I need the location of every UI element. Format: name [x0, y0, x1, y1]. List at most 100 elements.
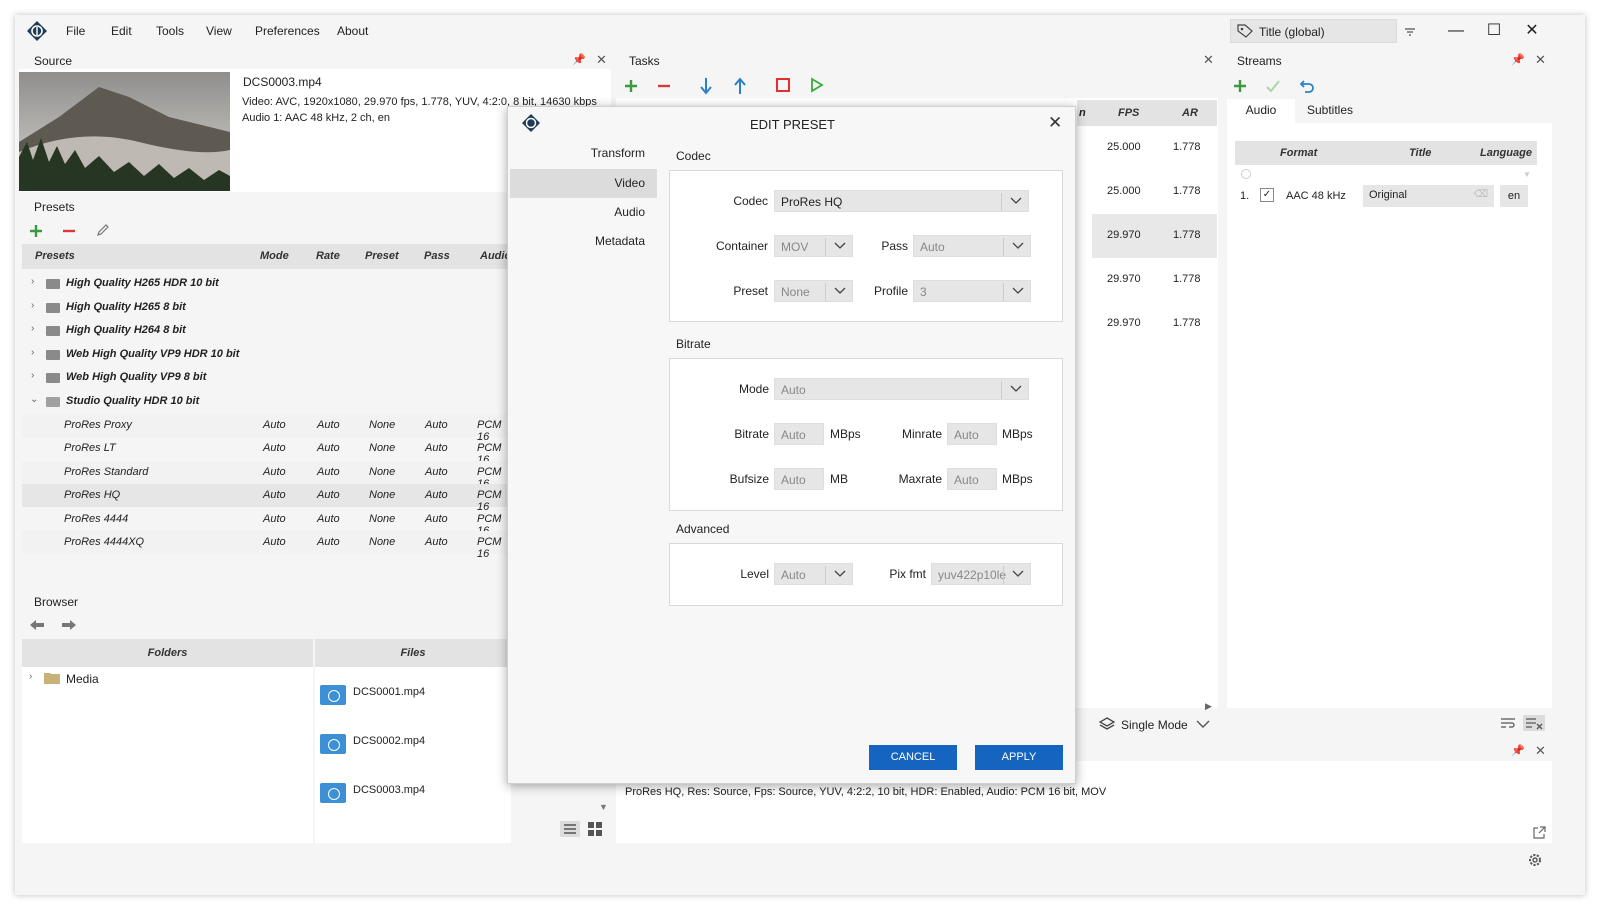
bufsize-input[interactable]: Auto — [774, 468, 824, 490]
container-select[interactable]: MOV — [774, 235, 853, 257]
grid-view-icon[interactable] — [587, 821, 603, 837]
maximize-button[interactable]: ☐ — [1485, 22, 1503, 40]
menu-tools[interactable]: Tools — [156, 24, 184, 38]
radio-button[interactable] — [1241, 169, 1251, 179]
codec-select[interactable]: ProRes HQ — [774, 190, 1029, 212]
preset-folder-row[interactable]: › Web High Quality VP9 8 bit — [22, 366, 512, 389]
stream-enabled-checkbox[interactable]: ✓ — [1260, 188, 1274, 202]
minrate-input[interactable]: Auto — [947, 423, 997, 445]
preset-folder-row[interactable]: › High Quality H265 HDR 10 bit — [22, 272, 512, 295]
scroll-down-icon[interactable]: ▼ — [599, 802, 608, 812]
level-select[interactable]: Auto — [774, 563, 853, 585]
preset-folder-row[interactable]: › High Quality H264 8 bit — [22, 319, 512, 342]
chevron-right-icon[interactable]: › — [31, 347, 34, 358]
col-ar[interactable]: AR — [1182, 107, 1198, 119]
stream-title-input[interactable]: Original ⌫ — [1363, 185, 1494, 207]
minimize-button[interactable]: — — [1447, 22, 1465, 40]
pass-select[interactable]: Auto — [913, 235, 1031, 257]
chevron-right-icon[interactable]: › — [31, 300, 34, 311]
stream-language[interactable]: en — [1500, 185, 1528, 207]
add-stream-icon[interactable] — [1232, 78, 1248, 94]
task-row[interactable]: 25.000 1.778 — [1092, 126, 1217, 170]
tab-subtitles[interactable]: Subtitles — [1295, 99, 1365, 123]
play-icon[interactable] — [810, 77, 824, 93]
filter-icon[interactable] — [1404, 27, 1416, 37]
menu-preferences[interactable]: Preferences — [255, 24, 320, 38]
forward-arrow-icon[interactable] — [61, 619, 77, 631]
chevron-down-icon[interactable]: ▼ — [1523, 170, 1531, 179]
file-item[interactable]: DCS0003.mp4 — [353, 784, 425, 796]
chevron-down-icon[interactable]: ⌄ — [30, 394, 38, 405]
task-row-selected[interactable]: 29.970 1.778 — [1092, 214, 1217, 258]
list-view-icon[interactable] — [560, 821, 580, 837]
check-icon[interactable] — [1265, 79, 1281, 93]
close-icon[interactable]: ✕ — [1535, 743, 1546, 759]
menu-view[interactable]: View — [206, 24, 232, 38]
edit-preset-icon[interactable] — [95, 222, 111, 238]
menu-file[interactable]: File — [66, 24, 85, 38]
menu-edit[interactable]: Edit — [111, 24, 132, 38]
close-icon[interactable]: ✕ — [596, 52, 607, 68]
clear-list-icon[interactable] — [1523, 715, 1545, 731]
mode-select[interactable]: Auto — [774, 378, 1029, 400]
gear-icon[interactable] — [1527, 852, 1543, 868]
folder-media[interactable]: Media — [66, 672, 99, 686]
cancel-button[interactable]: CANCEL — [869, 745, 957, 770]
remove-task-icon[interactable] — [656, 78, 672, 94]
close-window-button[interactable]: ✕ — [1523, 22, 1541, 40]
clear-icon[interactable]: ⌫ — [1474, 189, 1488, 200]
task-row[interactable]: 29.970 1.778 — [1092, 302, 1217, 346]
col-fps[interactable]: FPS — [1118, 107, 1139, 119]
close-icon[interactable]: ✕ — [1535, 52, 1546, 68]
preset-row[interactable]: ProRes 4444XQ Auto Auto None Auto PCM 16 — [22, 531, 512, 560]
menu-about[interactable]: About — [337, 24, 368, 38]
preset-row-selected[interactable]: ProRes HQ Auto Auto None Auto PCM 16 — [22, 484, 512, 513]
file-item[interactable]: DCS0002.mp4 — [353, 735, 425, 747]
chevron-down-icon[interactable] — [1196, 719, 1210, 729]
nav-audio[interactable]: Audio — [510, 198, 657, 227]
preset-row[interactable]: ProRes Proxy Auto Auto None Auto PCM 16 — [22, 414, 512, 443]
profile-select[interactable]: 3 — [913, 280, 1031, 302]
col-preset[interactable]: Preset — [365, 250, 399, 262]
maxrate-input[interactable]: Auto — [947, 468, 997, 490]
wrap-icon[interactable] — [1500, 717, 1516, 729]
add-preset-icon[interactable] — [28, 223, 44, 239]
pin-icon[interactable]: 📌 — [572, 53, 586, 66]
chevron-right-icon[interactable]: › — [29, 671, 32, 682]
bitrate-input[interactable]: Auto — [774, 423, 824, 445]
external-link-icon[interactable] — [1533, 826, 1546, 839]
stop-icon[interactable] — [776, 78, 790, 92]
task-row[interactable]: 25.000 1.778 — [1092, 170, 1217, 214]
preset-folder-row[interactable]: › Web High Quality VP9 HDR 10 bit — [22, 343, 512, 366]
preset-row[interactable]: ProRes LT Auto Auto None Auto PCM 16 — [22, 437, 512, 466]
remove-preset-icon[interactable] — [61, 223, 77, 239]
back-arrow-icon[interactable] — [29, 619, 45, 631]
preset-folder-row[interactable]: ⌄ Studio Quality HDR 10 bit — [22, 390, 512, 413]
preset-folder-row[interactable]: › High Quality H265 8 bit — [22, 296, 512, 319]
tab-audio[interactable]: Audio — [1227, 99, 1295, 123]
col-title[interactable]: Title — [1409, 147, 1431, 159]
move-up-icon[interactable] — [733, 77, 747, 95]
preset-row[interactable]: ProRes 4444 Auto Auto None Auto PCM 16 — [22, 508, 512, 537]
title-global-combo[interactable]: Title (global) — [1230, 19, 1397, 43]
nav-video[interactable]: Video — [510, 169, 657, 198]
scroll-right-icon[interactable]: ▶ — [1205, 701, 1212, 712]
single-mode-button[interactable]: Single Mode — [1121, 718, 1188, 732]
undo-icon[interactable] — [1299, 78, 1315, 94]
preset-row[interactable]: ProRes Standard Auto Auto None Auto PCM … — [22, 461, 512, 490]
add-task-icon[interactable] — [623, 78, 639, 94]
chevron-right-icon[interactable]: › — [31, 323, 34, 334]
close-dialog-icon[interactable]: ✕ — [1048, 113, 1062, 133]
col-language[interactable]: Language — [1480, 147, 1532, 159]
col-presets[interactable]: Presets — [35, 250, 75, 262]
task-row[interactable]: 29.970 1.778 — [1092, 258, 1217, 302]
chevron-right-icon[interactable]: › — [31, 370, 34, 381]
pin-icon[interactable]: 📌 — [1511, 744, 1525, 757]
nav-metadata[interactable]: Metadata — [510, 227, 657, 256]
file-item[interactable]: DCS0001.mp4 — [353, 686, 425, 698]
col-mode[interactable]: Mode — [260, 250, 289, 262]
close-icon[interactable]: ✕ — [1203, 52, 1214, 68]
chevron-right-icon[interactable]: › — [31, 276, 34, 287]
nav-transform[interactable]: Transform — [510, 139, 657, 168]
col-pass[interactable]: Pass — [424, 250, 450, 262]
